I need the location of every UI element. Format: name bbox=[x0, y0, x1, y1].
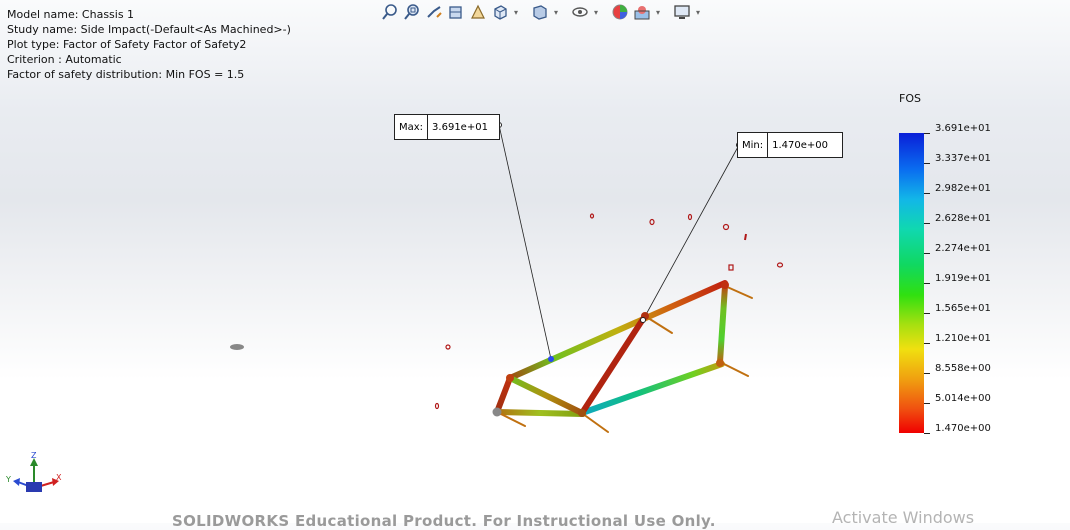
legend-label: 2.982e+01 bbox=[935, 183, 991, 194]
activate-windows-watermark: Activate Windows bbox=[832, 508, 975, 527]
color-bar-tick bbox=[924, 133, 930, 134]
front-upright bbox=[494, 375, 513, 415]
color-bar-tick bbox=[924, 193, 930, 194]
color-bar-tick bbox=[924, 253, 930, 254]
floating-fragments bbox=[434, 213, 784, 410]
color-bar-tick bbox=[924, 223, 930, 224]
color-bar-tick bbox=[924, 163, 930, 164]
color-bar-ticks bbox=[924, 133, 932, 434]
max-fos-callout[interactable]: Max: 3.691e+01 bbox=[394, 114, 500, 140]
max-leader-line bbox=[498, 124, 552, 360]
fos-color-bar[interactable] bbox=[899, 133, 924, 433]
legend-label: 5.014e+00 bbox=[935, 393, 991, 404]
educational-watermark: SOLIDWORKS Educational Product. For Inst… bbox=[172, 512, 716, 530]
max-label: Max: bbox=[395, 115, 429, 139]
color-bar-tick bbox=[924, 283, 930, 284]
color-bar-tick bbox=[924, 313, 930, 314]
legend-label: 2.628e+01 bbox=[935, 213, 991, 224]
min-value: 1.470e+00 bbox=[772, 139, 829, 151]
color-bar-tick bbox=[924, 343, 930, 344]
legend-label: 3.691e+01 bbox=[935, 123, 991, 134]
color-bar-tick bbox=[924, 433, 930, 434]
chassis-frame[interactable] bbox=[492, 280, 753, 433]
color-bar-tick bbox=[924, 373, 930, 374]
base-rail bbox=[494, 409, 586, 417]
legend-label: 1.210e+01 bbox=[935, 333, 991, 344]
legend-label: 2.274e+01 bbox=[935, 243, 991, 254]
coordinate-triad: Z Y X bbox=[5, 452, 62, 492]
legend-title: FOS bbox=[899, 92, 921, 105]
color-bar-tick bbox=[924, 403, 930, 404]
legend-label: 1.919e+01 bbox=[935, 273, 991, 284]
x-axis-label: X bbox=[56, 473, 62, 482]
legend-label: 8.558e+00 bbox=[935, 363, 991, 374]
grey-fragment bbox=[230, 344, 244, 350]
legend-label: 3.337e+01 bbox=[935, 153, 991, 164]
max-value: 3.691e+01 bbox=[432, 121, 488, 133]
inner-diagonal-low bbox=[507, 375, 585, 416]
bottom-rail bbox=[579, 361, 725, 416]
legend-label: 1.565e+01 bbox=[935, 303, 991, 314]
rear-upright bbox=[717, 283, 728, 365]
min-fos-callout[interactable]: Min: 1.470e+00 bbox=[737, 132, 843, 158]
y-axis-label: Y bbox=[5, 475, 11, 484]
legend-labels: 3.691e+01 3.337e+01 2.982e+01 2.628e+01 … bbox=[935, 122, 991, 452]
z-axis-label: Z bbox=[31, 452, 37, 460]
min-label: Min: bbox=[738, 133, 769, 157]
legend-label: 1.470e+00 bbox=[935, 423, 991, 434]
